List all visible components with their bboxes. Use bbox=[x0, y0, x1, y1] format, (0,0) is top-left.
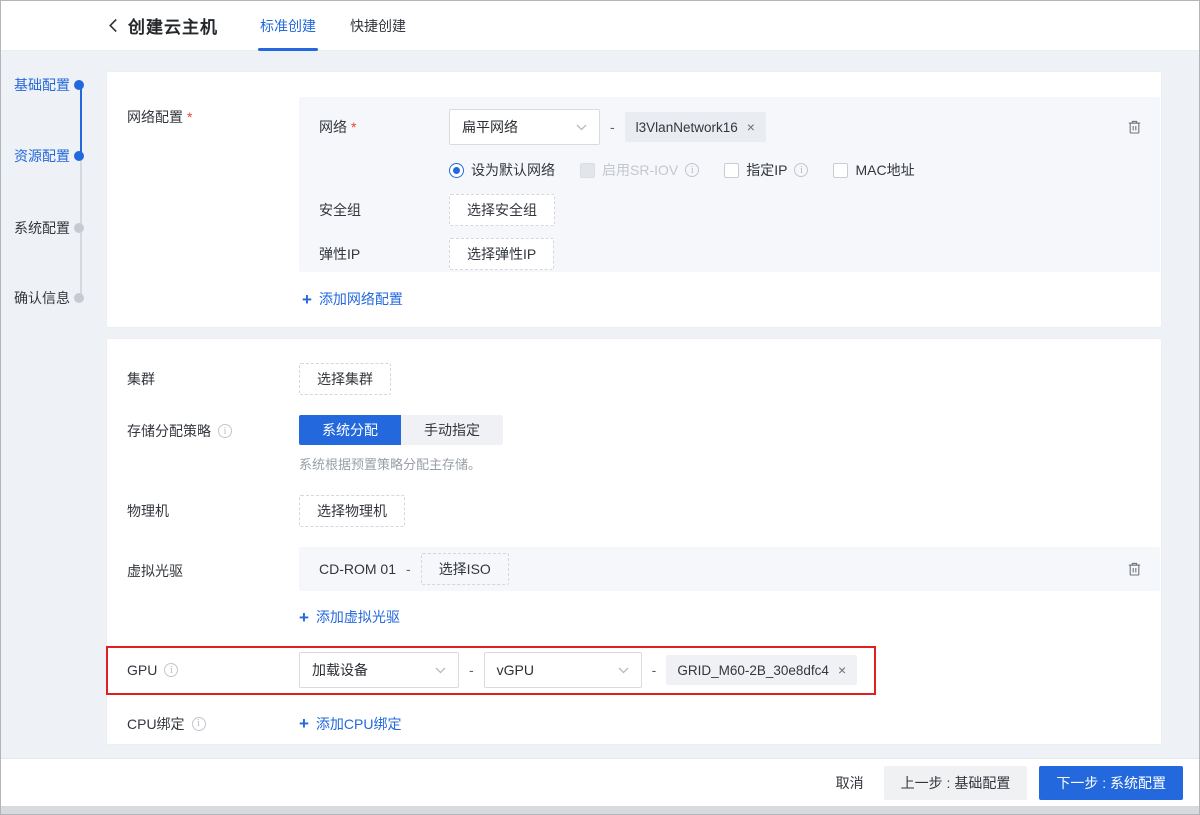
back-button[interactable] bbox=[108, 18, 118, 33]
required-mark: * bbox=[351, 119, 356, 135]
back-chevron-icon bbox=[108, 18, 118, 33]
storage-policy-field: 系统分配 手动指定 系统根据预置策略分配主存储。 bbox=[299, 415, 503, 473]
remove-gpu-device-icon[interactable]: × bbox=[838, 663, 846, 677]
chevron-down-icon bbox=[618, 667, 629, 674]
separator-dash: - bbox=[652, 662, 657, 678]
network-config-card: 网络配置* 网络* 扁平网络 - l3VlanNetwork16 bbox=[106, 71, 1162, 328]
storage-policy-label: 存储分配策略 i bbox=[127, 415, 299, 441]
mac-address-option: MAC地址 bbox=[833, 160, 914, 180]
wizard-footer: 取消 上一步 : 基础配置 下一步 : 系统配置 bbox=[1, 758, 1199, 806]
step-dot-done bbox=[74, 80, 84, 90]
wizard-stepper: 基础配置 资源配置 系统配置 确认信息 bbox=[1, 51, 95, 351]
plus-icon: + bbox=[299, 715, 309, 732]
cancel-button[interactable]: 取消 bbox=[836, 773, 864, 793]
cdrom-row: CD-ROM 01 - 选择ISO bbox=[299, 547, 1160, 591]
sriov-info-icon: i bbox=[685, 163, 699, 177]
default-network-option: 设为默认网络 bbox=[449, 160, 555, 180]
cdrom-device-name: CD-ROM 01 bbox=[319, 561, 396, 577]
network-config-label: 网络配置* bbox=[127, 97, 299, 272]
network-label: 网络* bbox=[319, 117, 449, 137]
add-network-config-link[interactable]: + 添加网络配置 bbox=[302, 289, 403, 309]
add-cpu-pin-link[interactable]: + 添加CPU绑定 bbox=[299, 714, 402, 734]
stepper-connector bbox=[80, 231, 82, 295]
select-cluster-button[interactable]: 选择集群 bbox=[299, 363, 391, 395]
delete-cdrom-button[interactable] bbox=[1127, 561, 1142, 577]
eip-label: 弹性IP bbox=[319, 244, 449, 264]
gpu-row-highlighted: GPU i 加载设备 - vGPU - GRID_M60-2B_30e8dfc4… bbox=[106, 646, 876, 695]
cluster-label: 集群 bbox=[127, 369, 299, 389]
trash-icon bbox=[1127, 561, 1142, 577]
storage-policy-toggle: 系统分配 手动指定 bbox=[299, 415, 503, 445]
storage-policy-manual-option[interactable]: 手动指定 bbox=[401, 415, 503, 445]
gpu-type-select[interactable]: vGPU bbox=[484, 652, 642, 688]
network-type-select[interactable]: 扁平网络 bbox=[449, 109, 600, 145]
network-config-group: 网络* 扁平网络 - l3VlanNetwork16 × bbox=[299, 97, 1160, 272]
mac-address-checkbox[interactable] bbox=[833, 163, 848, 178]
step-dot-pending bbox=[74, 293, 84, 303]
cdrom-label: 虚拟光驱 bbox=[127, 547, 299, 581]
trash-icon bbox=[1127, 119, 1142, 135]
stepper-connector bbox=[80, 159, 82, 225]
select-host-button[interactable]: 选择物理机 bbox=[299, 495, 405, 527]
page-header: 创建云主机 标准创建 快捷创建 bbox=[1, 1, 1199, 51]
step-dot-active bbox=[74, 151, 84, 161]
plus-icon: + bbox=[302, 291, 312, 308]
create-vm-page: 创建云主机 标准创建 快捷创建 基础配置 资源配置 系统配置 确认信息 bbox=[0, 0, 1200, 815]
plus-icon: + bbox=[299, 609, 309, 626]
cpu-pin-info-icon[interactable]: i bbox=[192, 717, 206, 731]
cdrom-field: CD-ROM 01 - 选择ISO + 添加虚拟光驱 bbox=[299, 547, 1160, 628]
selected-network-tag: l3VlanNetwork16 × bbox=[625, 112, 766, 142]
tab-standard-create[interactable]: 标准创建 bbox=[258, 1, 318, 51]
window-bottom-edge bbox=[1, 806, 1199, 814]
default-network-radio[interactable] bbox=[449, 163, 464, 178]
resource-config-card: 集群 选择集群 存储分配策略 i 系统分配 手动指定 系统根据预置策略分配主存储… bbox=[106, 338, 1162, 745]
prev-step-button[interactable]: 上一步 : 基础配置 bbox=[884, 766, 1028, 800]
chevron-down-icon bbox=[576, 124, 587, 131]
step-basic-config[interactable]: 基础配置 bbox=[1, 75, 95, 95]
sriov-checkbox bbox=[580, 163, 595, 178]
gpu-device-tag: GRID_M60-2B_30e8dfc4 × bbox=[666, 655, 857, 685]
page-title: 创建云主机 bbox=[128, 13, 218, 38]
separator-dash: - bbox=[406, 561, 411, 577]
select-iso-button[interactable]: 选择ISO bbox=[421, 553, 509, 585]
gpu-info-icon[interactable]: i bbox=[164, 663, 178, 677]
required-mark: * bbox=[187, 109, 192, 125]
storage-policy-info-icon[interactable]: i bbox=[218, 424, 232, 438]
step-system-config[interactable]: 系统配置 bbox=[1, 218, 95, 238]
storage-policy-helper-text: 系统根据预置策略分配主存储。 bbox=[299, 454, 503, 473]
next-step-button[interactable]: 下一步 : 系统配置 bbox=[1039, 766, 1183, 800]
tab-quick-create[interactable]: 快捷创建 bbox=[348, 1, 408, 51]
step-dot-pending bbox=[74, 223, 84, 233]
security-group-label: 安全组 bbox=[319, 200, 449, 220]
create-mode-tabs: 标准创建 快捷创建 bbox=[258, 1, 438, 51]
host-label: 物理机 bbox=[127, 501, 299, 521]
chevron-down-icon bbox=[435, 667, 446, 674]
select-eip-button[interactable]: 选择弹性IP bbox=[449, 238, 554, 270]
delete-network-config-button[interactable] bbox=[1127, 119, 1142, 135]
separator-dash: - bbox=[610, 119, 615, 135]
sriov-option: 启用SR-IOV i bbox=[580, 160, 699, 180]
select-security-group-button[interactable]: 选择安全组 bbox=[449, 194, 555, 226]
gpu-mode-select[interactable]: 加载设备 bbox=[299, 652, 459, 688]
add-cdrom-link[interactable]: + 添加虚拟光驱 bbox=[299, 607, 400, 627]
assign-ip-info-icon[interactable]: i bbox=[794, 163, 808, 177]
assign-ip-option: 指定IP i bbox=[724, 160, 808, 180]
remove-network-icon[interactable]: × bbox=[747, 120, 755, 134]
storage-policy-system-option[interactable]: 系统分配 bbox=[299, 415, 401, 445]
step-confirm-info[interactable]: 确认信息 bbox=[1, 288, 95, 308]
cpu-pin-label: CPU绑定 i bbox=[127, 714, 299, 734]
assign-ip-checkbox[interactable] bbox=[724, 163, 739, 178]
step-resource-config[interactable]: 资源配置 bbox=[1, 146, 95, 166]
separator-dash: - bbox=[469, 662, 474, 678]
gpu-label: GPU i bbox=[127, 662, 299, 678]
